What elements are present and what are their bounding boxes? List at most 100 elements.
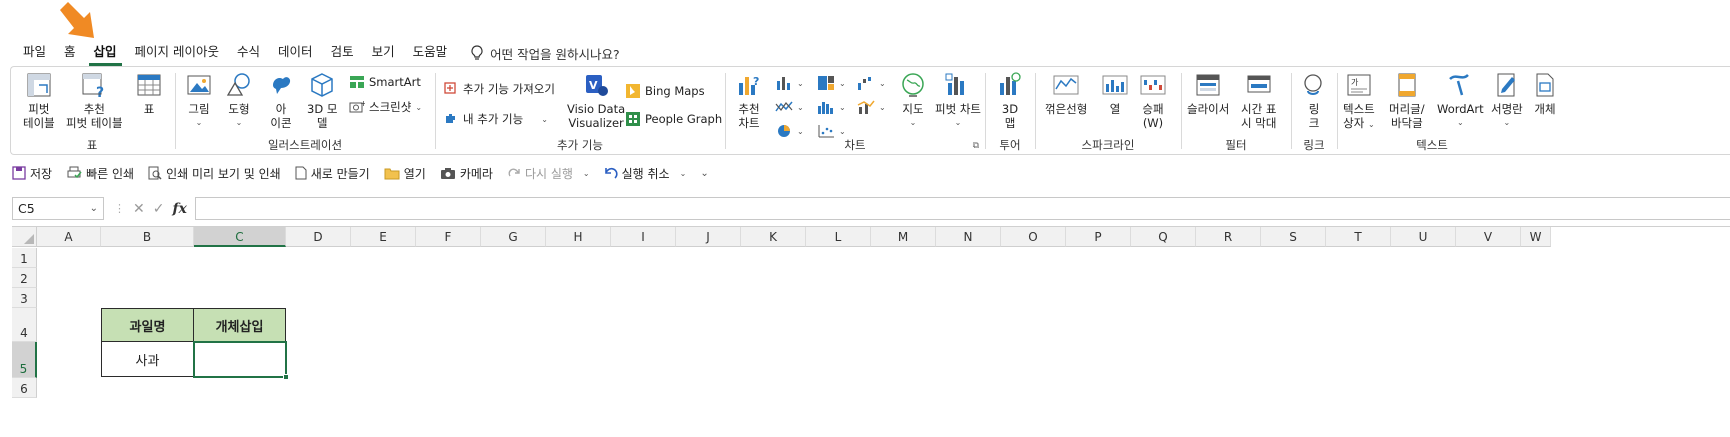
visio-data-visualizer-button[interactable]: V Visio Data Visualizer — [567, 71, 625, 130]
timeline-button[interactable]: 시간 표 시 막대 — [1241, 71, 1276, 130]
redo-button[interactable]: 다시 실행 ⌄ — [507, 165, 590, 182]
link-button[interactable]: 링 크 — [1300, 71, 1328, 130]
waterfall-chart-button[interactable]: ⌄ — [857, 75, 886, 91]
object-button[interactable]: 개체 — [1531, 71, 1559, 116]
fill-handle[interactable] — [283, 374, 289, 380]
column-header-G[interactable]: G — [481, 227, 546, 247]
print-preview-button[interactable]: 인쇄 미리 보기 및 인쇄 — [148, 165, 281, 182]
column-header-I[interactable]: I — [611, 227, 676, 247]
tab-formulas[interactable]: 수식 — [228, 40, 269, 66]
group-label-tours: 투어 — [999, 138, 1021, 152]
sparkline-column-button[interactable]: 열 — [1101, 71, 1129, 116]
column-header-K[interactable]: K — [741, 227, 806, 247]
new-button[interactable]: 새로 만들기 — [295, 165, 370, 182]
bing-maps-button[interactable]: Bing Maps — [625, 83, 705, 99]
cell-C5[interactable] — [193, 341, 287, 378]
tab-review[interactable]: 검토 — [322, 40, 363, 66]
name-box[interactable]: C5 ⌄ — [12, 197, 104, 220]
formula-input[interactable] — [195, 197, 1730, 220]
pictures-button[interactable]: 그림 ⌄ — [185, 71, 213, 130]
pivot-chart-button[interactable]: 피벗 차트 ⌄ — [935, 71, 981, 130]
chevron-down-icon: ⌄ — [839, 126, 846, 136]
undo-button[interactable]: 실행 취소 ⌄ — [604, 165, 686, 182]
column-header-F[interactable]: F — [416, 227, 481, 247]
column-header-O[interactable]: O — [1001, 227, 1066, 247]
column-header-B[interactable]: B — [101, 227, 194, 247]
header-footer-button[interactable]: 머리글/ 바닥글 — [1389, 71, 1425, 130]
dialog-launcher-icon[interactable]: ⧉ — [973, 141, 979, 151]
camera-button[interactable]: 카메라 — [440, 165, 493, 182]
column-header-R[interactable]: R — [1196, 227, 1261, 247]
cube-icon — [311, 73, 333, 97]
sparkline-line-button[interactable]: 꺾은선형 — [1045, 71, 1087, 116]
screenshot-button[interactable]: + 스크린샷 ⌄ — [349, 99, 422, 115]
people-graph-button[interactable]: People Graph — [625, 111, 722, 127]
row-header-4[interactable]: 4 — [12, 308, 37, 342]
row-header-6[interactable]: 6 — [12, 378, 37, 398]
insert-function-icon[interactable]: fx — [172, 201, 186, 217]
cell-B4[interactable]: 과일명 — [101, 308, 194, 342]
tab-insert[interactable]: 삽입 — [85, 40, 126, 66]
line-chart-button[interactable]: ⌄ — [775, 99, 804, 115]
tab-page-layout[interactable]: 페이지 레이아웃 — [126, 40, 228, 66]
column-header-J[interactable]: J — [676, 227, 741, 247]
column-header-W[interactable]: W — [1521, 227, 1551, 247]
slicer-button[interactable]: 슬라이서 — [1187, 71, 1229, 116]
icons-button[interactable]: 아 이콘 — [267, 71, 295, 130]
tab-view[interactable]: 보기 — [363, 40, 404, 66]
sparkline-winloss-button[interactable]: 승패 (W) — [1139, 71, 1167, 130]
smartart-button[interactable]: SmartArt — [349, 75, 421, 89]
column-header-U[interactable]: U — [1391, 227, 1456, 247]
row-header-5[interactable]: 5 — [12, 342, 37, 378]
cell-C4[interactable]: 개체삽입 — [193, 308, 286, 342]
recommended-charts-button[interactable]: ? 추천 차트 — [735, 71, 763, 130]
column-header-M[interactable]: M — [871, 227, 936, 247]
globe-icon — [902, 73, 924, 97]
tab-help[interactable]: 도움말 — [404, 40, 457, 66]
my-addins-button[interactable]: 내 추가 기능 ⌄ — [443, 111, 548, 127]
column-header-H[interactable]: H — [546, 227, 611, 247]
tab-home[interactable]: 홈 — [55, 40, 85, 66]
wordart-button[interactable]: WordArt ⌄ — [1437, 71, 1484, 130]
select-all-corner[interactable] — [12, 227, 37, 247]
table-button[interactable]: 표 — [135, 71, 163, 116]
tab-data[interactable]: 데이터 — [269, 40, 322, 66]
customize-qat-button[interactable]: ⌄ — [700, 168, 708, 179]
column-header-S[interactable]: S — [1261, 227, 1326, 247]
get-addins-button[interactable]: 추가 기능 가져오기 — [443, 81, 555, 97]
cancel-icon[interactable]: ✕ — [133, 201, 145, 217]
column-header-A[interactable]: A — [37, 227, 101, 247]
shapes-button[interactable]: 도형 ⌄ — [225, 71, 253, 130]
column-header-L[interactable]: L — [806, 227, 871, 247]
row-header-1[interactable]: 1 — [12, 248, 37, 268]
pivot-table-button[interactable]: 피벗 테이블 — [23, 71, 55, 130]
3d-map-button[interactable]: 3D 맵 — [996, 71, 1024, 130]
column-header-E[interactable]: E — [351, 227, 416, 247]
maps-button[interactable]: 지도 ⌄ — [899, 71, 927, 130]
hierarchy-chart-button[interactable]: ⌄ — [817, 75, 846, 91]
tell-me-search[interactable]: 어떤 작업을 원하시나요? — [470, 44, 620, 63]
column-header-P[interactable]: P — [1066, 227, 1131, 247]
column-header-V[interactable]: V — [1456, 227, 1521, 247]
column-header-C[interactable]: C — [194, 227, 286, 247]
save-button[interactable]: 저장 — [12, 165, 52, 182]
column-header-Q[interactable]: Q — [1131, 227, 1196, 247]
open-button[interactable]: 열기 — [384, 165, 426, 182]
row-header-3[interactable]: 3 — [12, 288, 37, 308]
column-header-N[interactable]: N — [936, 227, 1001, 247]
signature-line-button[interactable]: 서명란 ⌄ — [1491, 71, 1523, 130]
enter-icon[interactable]: ✓ — [153, 201, 165, 217]
column-chart-button[interactable]: ⌄ — [775, 75, 804, 91]
statistic-chart-button[interactable]: ⌄ — [817, 99, 846, 115]
3d-models-button[interactable]: 3D 모 델 — [307, 71, 337, 130]
column-header-T[interactable]: T — [1326, 227, 1391, 247]
cell-B5[interactable]: 사과 — [101, 341, 194, 377]
tab-file[interactable]: 파일 — [14, 40, 55, 66]
textbox-button[interactable]: 가 텍스트 상자 ⌄ — [1343, 71, 1375, 132]
store-plus-icon — [444, 82, 456, 94]
recommended-pivot-table-button[interactable]: ? 추천 피벗 테이블 — [66, 71, 123, 130]
column-header-D[interactable]: D — [286, 227, 351, 247]
row-header-2[interactable]: 2 — [12, 268, 37, 288]
quick-print-button[interactable]: 빠른 인쇄 — [66, 165, 134, 182]
combo-chart-button[interactable]: ⌄ — [857, 99, 886, 115]
